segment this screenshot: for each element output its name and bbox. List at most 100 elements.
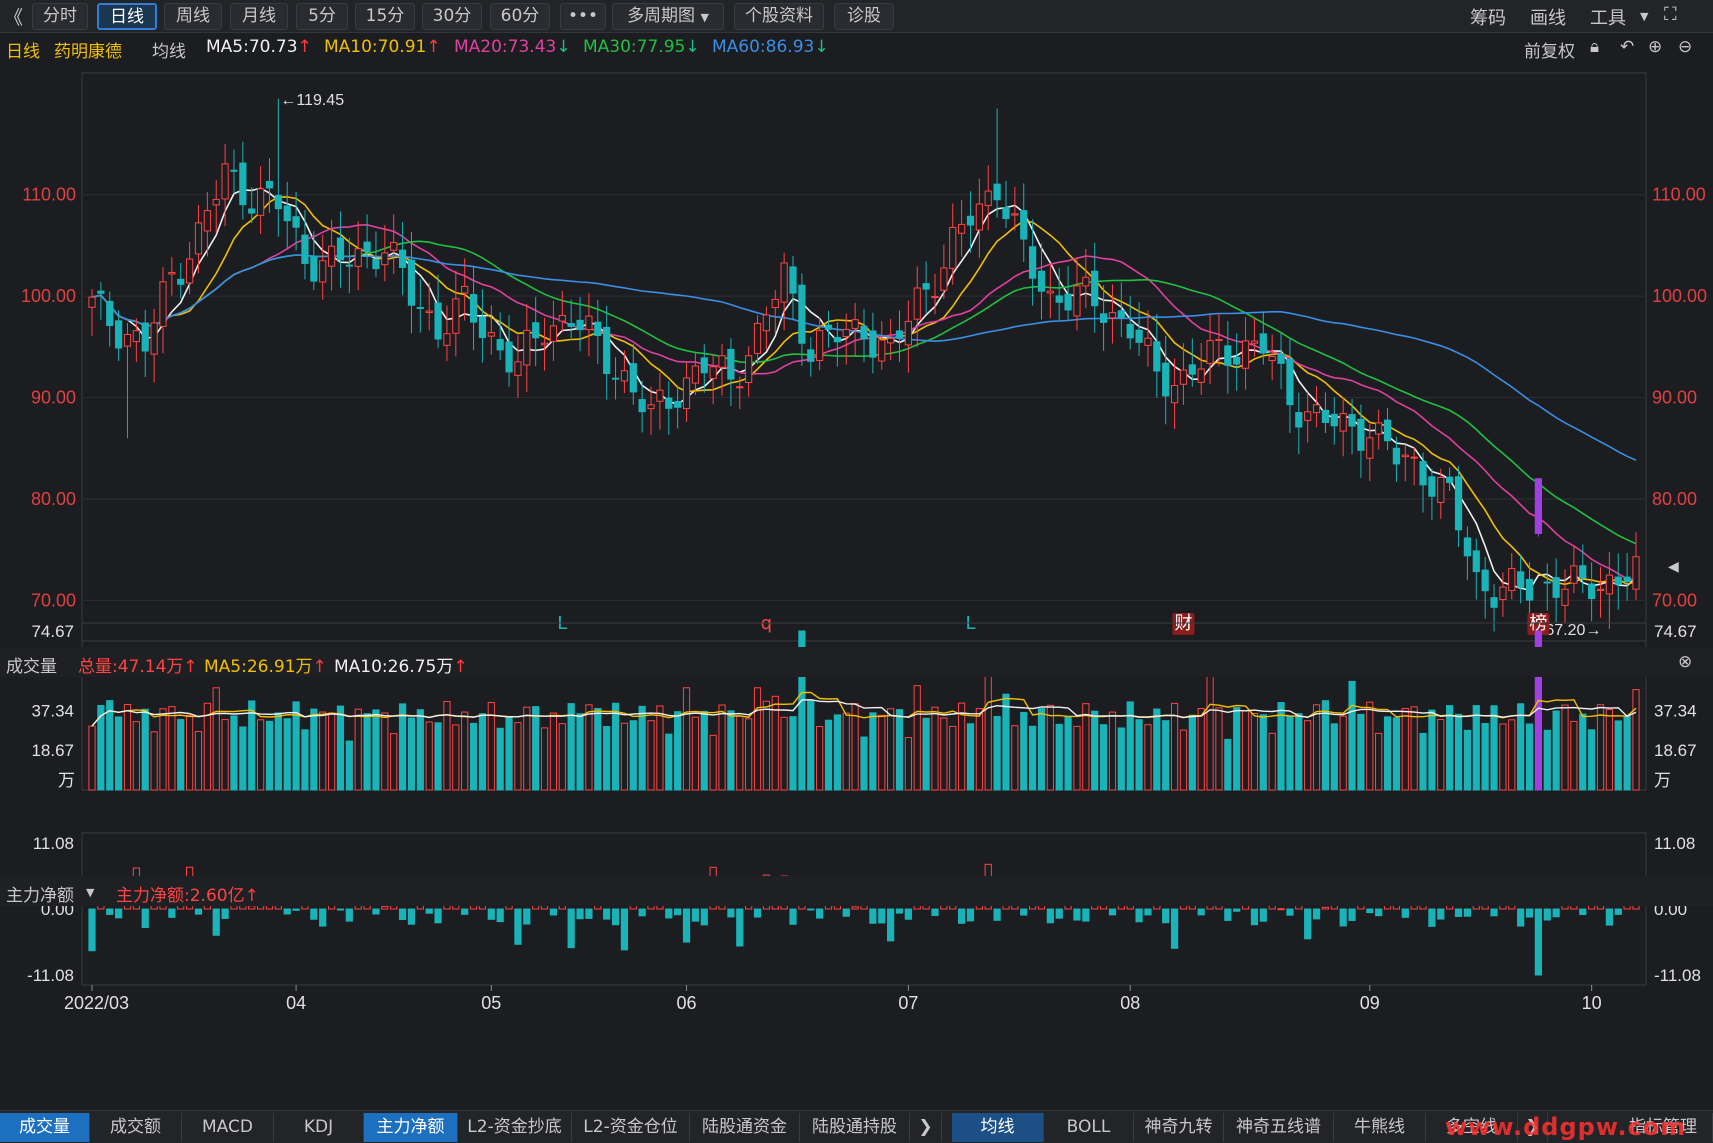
draw-button[interactable]: 画线 (1530, 4, 1566, 30)
volume-bar (452, 724, 460, 791)
ma-label[interactable]: 均线 (152, 37, 186, 62)
more-button[interactable]: ••• (560, 3, 606, 30)
candle-body (1534, 478, 1542, 534)
tab-hk-flow[interactable]: 陆股通资金 (690, 1113, 800, 1142)
candle-body (1490, 597, 1498, 608)
arrow-down-icon: ↓ (556, 37, 571, 57)
candle-body (1002, 207, 1010, 219)
tab-fenshi[interactable]: 分时 (32, 3, 88, 30)
flow-bar (1082, 908, 1090, 922)
undo-icon[interactable]: ↶ (1620, 37, 1634, 57)
volume-bar (585, 704, 593, 791)
flow-tick-right: -11.08 (1654, 966, 1701, 985)
tools-caret-icon[interactable]: ▼ (1640, 10, 1648, 23)
flow-bar (115, 908, 123, 919)
candle-body (762, 314, 770, 332)
volume-bar (1241, 710, 1250, 791)
chevron-right-icon[interactable]: ❯ (910, 1113, 942, 1142)
date-label: 10 (1582, 993, 1602, 1013)
candles[interactable] (88, 98, 1640, 632)
ma10-text: MA10:70.91 (324, 37, 427, 57)
volume-title[interactable]: 成交量 (6, 652, 57, 677)
volume-bar (1392, 717, 1401, 791)
back-icon[interactable]: 《 (4, 3, 23, 30)
chips-button[interactable]: 筹码 (1470, 4, 1506, 30)
candle-body (1250, 340, 1259, 344)
volume-bar (1543, 729, 1551, 791)
candle (1144, 310, 1152, 367)
kline-chart[interactable]: 110.00 110.00 100.00 100.00 90.00 90.00 80.00 8… (0, 63, 1713, 1110)
tab-boll[interactable]: BOLL (1044, 1113, 1134, 1142)
candle-body (665, 397, 673, 409)
flow-bar (958, 908, 966, 924)
tab-bull-bear[interactable]: 牛熊线 (1334, 1113, 1426, 1142)
multi-period-dropdown[interactable]: 多周期图 ▼ (612, 3, 724, 30)
adjust-mode[interactable]: 前复权 (1524, 37, 1575, 62)
candle (647, 386, 655, 435)
volume-bar (1525, 723, 1534, 791)
lock-icon[interactable]: 🔒︎ (1590, 37, 1599, 57)
event-markers[interactable]: LqL财榜 (557, 613, 1550, 635)
volume-bar (523, 706, 531, 791)
tab-volume[interactable]: 成交量 (0, 1113, 90, 1142)
flow-caret-icon[interactable]: ▼ (86, 886, 94, 899)
candle (656, 372, 664, 430)
tab-5min[interactable]: 5分 (296, 3, 348, 30)
zoom-in-icon[interactable]: ⊕ (1648, 37, 1662, 57)
tab-weekly[interactable]: 周线 (164, 3, 222, 30)
flow-bar (1366, 908, 1374, 914)
candle (150, 308, 158, 383)
flow-bar (691, 908, 700, 922)
tab-30min[interactable]: 30分 (422, 3, 482, 30)
candle (478, 289, 487, 363)
candle-body (1073, 285, 1081, 317)
tools-button[interactable]: 工具 (1590, 4, 1626, 30)
volume-bar (1162, 720, 1170, 791)
tab-main-flow[interactable]: 主力净额 (364, 1113, 458, 1142)
volume-bar (860, 736, 868, 791)
flow-bar (1250, 908, 1259, 926)
tab-daily[interactable]: 日线 (97, 3, 157, 30)
tab-60min[interactable]: 60分 (490, 3, 550, 30)
volume-bar (1410, 706, 1418, 791)
tab-hk-holding[interactable]: 陆股通持股 (800, 1113, 910, 1142)
tab-monthly[interactable]: 月线 (230, 3, 288, 30)
volume-bar (736, 715, 744, 791)
flow-bar (221, 908, 229, 919)
min-price-label: 67.20→ (1545, 622, 1601, 639)
tab-l2-position[interactable]: L2-资金仓位 (572, 1113, 690, 1142)
flow-bar (603, 908, 611, 920)
candle-body (1082, 276, 1090, 287)
flow-bar (106, 908, 114, 915)
candle-body (860, 325, 868, 340)
candle (496, 312, 504, 361)
candle-body (1188, 364, 1196, 375)
zoom-out-icon[interactable]: ⊖ (1678, 37, 1692, 57)
tab-nine-turn[interactable]: 神奇九转 (1134, 1113, 1224, 1142)
candle-body (1268, 355, 1276, 362)
candle (629, 343, 637, 405)
tab-five-line[interactable]: 神奇五线谱 (1224, 1113, 1334, 1142)
candle (354, 221, 362, 291)
tab-kdj[interactable]: KDJ (274, 1113, 364, 1142)
flow-panel[interactable]: 11.08 11.080.00 0.00-11.08 -11.08 (27, 832, 1701, 986)
candle (762, 306, 770, 350)
tab-15min[interactable]: 15分 (355, 3, 415, 30)
candle-body (1339, 413, 1347, 432)
candle (540, 317, 549, 371)
volume-bar (745, 718, 753, 791)
diagnose-button[interactable]: 诊股 (834, 3, 894, 30)
candle-body (1375, 422, 1383, 435)
fullscreen-icon[interactable]: ⛶ (1664, 4, 1677, 25)
candle (975, 178, 983, 259)
tab-turnover[interactable]: 成交额 (90, 1113, 182, 1142)
candle (1357, 404, 1365, 478)
candle-body (345, 264, 353, 267)
candle (168, 256, 176, 296)
flow-title[interactable]: 主力净额 (6, 881, 74, 906)
close-icon[interactable]: ⊗ (1678, 652, 1692, 672)
tab-ma[interactable]: 均线 (952, 1113, 1044, 1142)
profile-button[interactable]: 个股资料 (734, 3, 824, 30)
tab-l2-bottom[interactable]: L2-资金抄底 (458, 1113, 572, 1142)
tab-macd[interactable]: MACD (182, 1113, 274, 1142)
